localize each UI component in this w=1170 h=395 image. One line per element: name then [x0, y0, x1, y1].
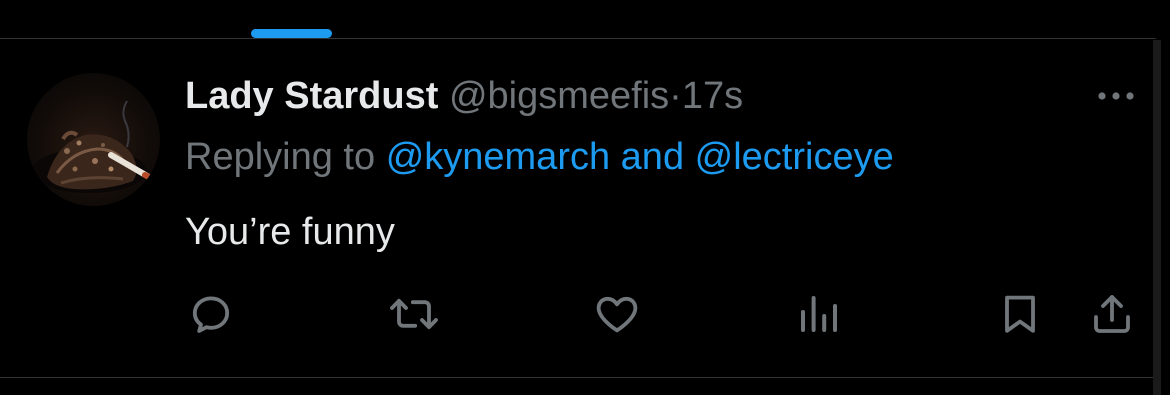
tweet-text: You’re funny [185, 211, 395, 253]
header-separator: · [669, 75, 682, 117]
retweet-button[interactable] [388, 290, 440, 338]
top-divider [0, 38, 1156, 39]
bookmark-button[interactable] [994, 290, 1046, 338]
scrollbar[interactable] [1153, 40, 1161, 395]
share-upload-icon [1094, 295, 1130, 333]
reply-button[interactable] [185, 290, 237, 338]
reply-mention-link[interactable]: @lectriceye [695, 136, 894, 178]
reply-mention-link[interactable]: @kynemarch [386, 136, 610, 178]
views-button[interactable] [793, 290, 845, 338]
heart-icon [596, 296, 638, 333]
retweet-icon [390, 298, 438, 330]
views-bar-chart-icon [801, 296, 837, 332]
active-tab-indicator [251, 29, 332, 38]
avatar-image [31, 100, 154, 193]
reply-mention-conjunction: and [620, 136, 685, 178]
more-horizontal-icon[interactable] [1092, 82, 1140, 110]
avatar[interactable] [27, 73, 160, 206]
tweet-header: Lady Stardust @bigsmeefis·17s [185, 74, 743, 118]
replying-to-label: Replying to [185, 136, 376, 178]
replying-to-line: Replying to @kynemarch and @lectriceye [185, 135, 894, 179]
tweet-timestamp[interactable]: 17s [682, 75, 743, 117]
user-handle[interactable]: @bigsmeefis [449, 75, 669, 117]
display-name[interactable]: Lady Stardust [185, 75, 438, 117]
share-button[interactable] [1086, 290, 1138, 338]
reply-bubble-icon [192, 296, 230, 333]
bottom-divider [0, 377, 1156, 378]
like-button[interactable] [591, 290, 643, 338]
bookmark-icon [1005, 295, 1035, 333]
